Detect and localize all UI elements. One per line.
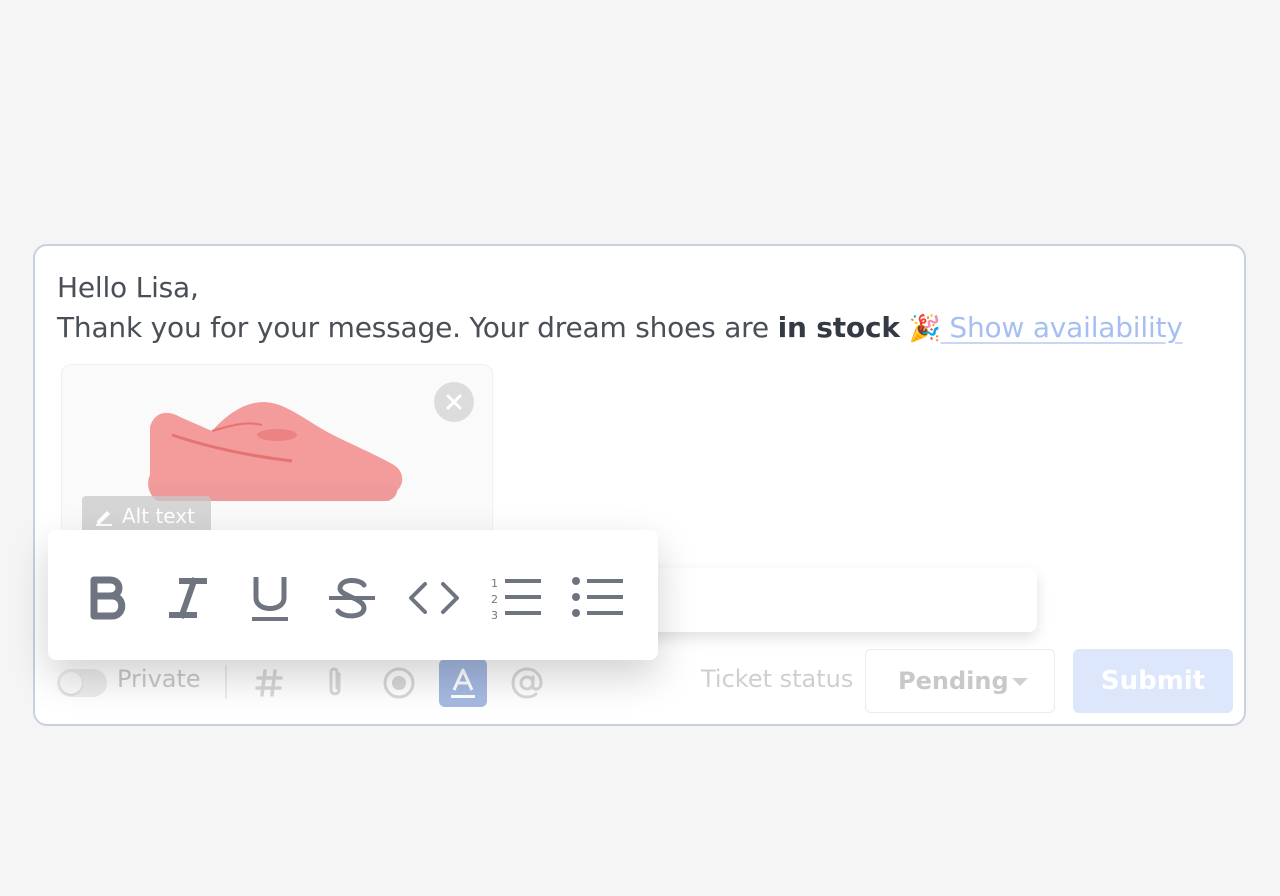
message-text: Thank you for your message. Your dream s… (57, 311, 778, 344)
greeting-line: Hello Lisa, (57, 271, 199, 304)
status-value: Pending (898, 667, 1009, 695)
paperclip-icon (329, 667, 341, 696)
bold-icon (90, 576, 126, 620)
code-button[interactable] (404, 568, 464, 628)
show-availability-link[interactable]: Show availability (941, 311, 1183, 344)
text-format-icon (451, 668, 475, 698)
pencil-icon (96, 511, 112, 526)
party-popper-emoji: 🎉 (908, 314, 941, 344)
italic-icon (169, 577, 207, 619)
hashtag-icon (255, 669, 283, 697)
mention-button[interactable] (507, 663, 547, 703)
submit-button[interactable]: Submit (1073, 649, 1233, 713)
message-line: Thank you for your message. Your dream s… (57, 308, 1224, 349)
underline-button[interactable] (240, 568, 300, 628)
ordered-list-icon: 1 2 3 (491, 577, 541, 621)
mention-icon (511, 667, 543, 699)
bold-text: in stock (777, 311, 900, 344)
toolbar-divider (225, 665, 227, 699)
strikethrough-button[interactable] (322, 568, 382, 628)
formatting-toolbar: 1 2 3 (48, 530, 658, 660)
bullet-list-icon (572, 577, 623, 617)
chevron-down-icon (1012, 678, 1028, 686)
alt-text-label: Alt text (122, 504, 195, 528)
strikethrough-icon (329, 578, 375, 619)
underline-icon (252, 577, 288, 621)
svg-text:1: 1 (491, 577, 498, 590)
ordered-list-button[interactable]: 1 2 3 (486, 568, 546, 628)
bold-button[interactable] (78, 568, 138, 628)
attach-button[interactable] (315, 663, 355, 703)
ticket-status-select[interactable]: Pending (865, 649, 1055, 713)
svg-text:2: 2 (491, 593, 498, 606)
remove-image-button[interactable] (434, 382, 474, 422)
toggle-knob (60, 672, 82, 694)
hashtag-button[interactable] (249, 663, 289, 703)
text-format-button[interactable] (439, 659, 487, 707)
private-label: Private (117, 665, 201, 693)
message-body[interactable]: Hello Lisa, Thank you for your message. … (57, 268, 1224, 349)
code-icon (409, 582, 459, 614)
ticket-status-label: Ticket status (701, 665, 854, 693)
record-button[interactable] (379, 663, 419, 703)
close-icon (446, 394, 462, 410)
bullet-list-button[interactable] (568, 568, 628, 628)
italic-button[interactable] (158, 568, 218, 628)
record-icon (383, 667, 415, 699)
svg-text:3: 3 (491, 609, 498, 621)
private-toggle[interactable] (57, 669, 107, 697)
